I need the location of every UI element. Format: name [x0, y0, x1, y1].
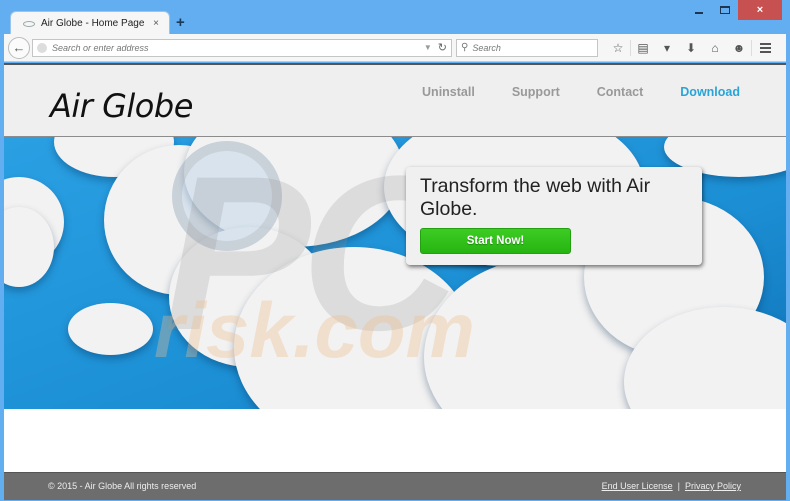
site-logo[interactable]: Air Globe	[50, 87, 193, 125]
minimize-icon	[695, 12, 703, 14]
chat-icon[interactable]: ☻	[727, 41, 751, 55]
footer-separator: |	[677, 481, 680, 491]
back-button[interactable]: ←	[8, 36, 30, 59]
hero-headline: Transform the web with Air Globe.	[420, 175, 651, 220]
page-favicon-icon	[23, 20, 35, 27]
close-tab-button[interactable]: ×	[149, 18, 163, 29]
home-icon[interactable]: ⌂	[703, 41, 727, 55]
site-nav: Uninstall Support Contact Download	[422, 85, 786, 99]
maximize-button[interactable]	[712, 0, 738, 20]
search-bar[interactable]: ⚲ Search	[456, 38, 598, 57]
start-now-button[interactable]: Start Now!	[420, 228, 571, 254]
address-input[interactable]: Search or enter address	[52, 43, 424, 53]
nav-support[interactable]: Support	[512, 85, 560, 99]
menu-button[interactable]	[752, 42, 778, 53]
browser-tab[interactable]: Air Globe - Home Page ×	[10, 11, 170, 35]
reading-list-icon[interactable]: ▤	[631, 41, 655, 55]
site-identity-icon	[37, 42, 47, 53]
copyright-text: © 2015 - Air Globe All rights reserved	[48, 481, 197, 491]
reload-icon[interactable]: ↻	[438, 41, 447, 54]
bookmark-star-icon[interactable]: ☆	[606, 41, 630, 55]
toolbar-icons: ☆ ▤ ▾ ⬇ ⌂ ☻	[606, 39, 778, 56]
search-input[interactable]: Search	[472, 43, 501, 53]
minimize-button[interactable]	[686, 0, 712, 20]
maximize-icon	[720, 6, 730, 14]
nav-contact[interactable]: Contact	[597, 85, 644, 99]
privacy-policy-link[interactable]: Privacy Policy	[685, 481, 741, 491]
history-dropdown-icon[interactable]: ▼	[424, 43, 432, 52]
close-window-button[interactable]: ×	[738, 0, 782, 20]
web-page: Air Globe Uninstall Support Contact Down…	[4, 63, 786, 500]
hero-banner: PC risk.com Transform the web with Air G…	[4, 137, 786, 409]
browser-window: Air Globe - Home Page × + × ← Search or …	[0, 0, 790, 501]
search-icon: ⚲	[461, 42, 469, 53]
eula-link[interactable]: End User License	[602, 481, 673, 491]
footer-links: End User License | Privacy Policy	[602, 481, 741, 491]
address-bar[interactable]: Search or enter address ▼ ↻	[32, 38, 452, 57]
download-arrow-icon[interactable]: ⬇	[679, 41, 703, 55]
cta-panel: Transform the web with Air Globe. Start …	[406, 167, 702, 265]
site-header: Air Globe Uninstall Support Contact Down…	[4, 65, 786, 137]
cloud-shape	[68, 303, 153, 355]
new-tab-button[interactable]: +	[176, 14, 185, 31]
nav-uninstall[interactable]: Uninstall	[422, 85, 475, 99]
nav-download[interactable]: Download	[680, 85, 740, 99]
watermark-text: risk.com	[154, 286, 475, 374]
site-footer: © 2015 - Air Globe All rights reserved E…	[4, 472, 786, 500]
tab-title: Air Globe - Home Page	[41, 18, 145, 29]
pocket-icon[interactable]: ▾	[655, 41, 679, 55]
window-controls: ×	[686, 0, 782, 20]
navigation-toolbar: ← Search or enter address ▼ ↻ ⚲ Search ☆…	[4, 34, 786, 62]
back-arrow-icon: ←	[12, 40, 26, 55]
